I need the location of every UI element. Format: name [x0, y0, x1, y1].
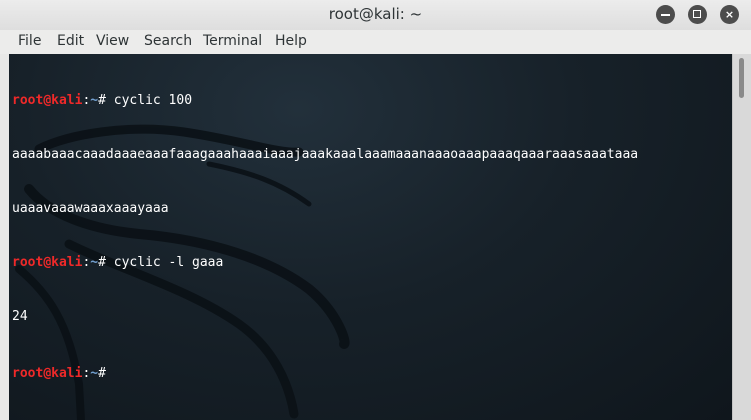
- scrollbar[interactable]: [732, 54, 751, 420]
- menu-search[interactable]: Search: [144, 33, 192, 49]
- menu-view[interactable]: View: [96, 33, 129, 49]
- prompt-at: @: [43, 366, 52, 381]
- minimize-icon: [661, 14, 670, 16]
- prompt-at: @: [43, 255, 52, 270]
- prompt-symbol: #: [98, 366, 114, 381]
- window-border: [0, 54, 9, 420]
- minimize-button[interactable]: [656, 5, 675, 24]
- terminal-line: 24: [12, 309, 28, 324]
- menu-help[interactable]: Help: [275, 33, 307, 49]
- prompt-host: kali: [51, 255, 83, 270]
- terminal-cursor: [114, 362, 122, 377]
- terminal-line: root@kali:~# cyclic 100: [12, 92, 732, 110]
- prompt-symbol: #: [98, 93, 114, 108]
- terminal-line: root@kali:~#: [12, 362, 732, 381]
- terminal-line: aaaabaaacaaadaaaeaaafaaagaaahaaaiaaajaaa…: [12, 147, 639, 162]
- maximize-icon: [693, 10, 701, 18]
- prompt-user: root: [12, 366, 44, 381]
- terminal-area[interactable]: root@kali:~# cyclic 100 aaaabaaacaaadaaa…: [9, 54, 732, 420]
- window-title: root@kali: ~: [328, 5, 423, 23]
- command-text: cyclic -l gaaa: [113, 255, 224, 270]
- menu-bar: File Edit View Search Terminal Help: [0, 30, 751, 55]
- title-bar[interactable]: root@kali: ~ ×: [0, 0, 751, 31]
- terminal-line: uaaavaaawaaaxaaayaaa: [12, 201, 169, 216]
- terminal-output: root@kali:~# cyclic 100 aaaabaaacaaadaaa…: [12, 56, 732, 416]
- menu-file[interactable]: File: [18, 33, 41, 49]
- prompt-host: kali: [51, 366, 83, 381]
- scrollbar-thumb[interactable]: [739, 58, 744, 98]
- close-button[interactable]: ×: [720, 5, 739, 24]
- terminal-line: root@kali:~# cyclic -l gaaa: [12, 254, 732, 272]
- prompt-user: root: [12, 255, 44, 270]
- menu-terminal[interactable]: Terminal: [203, 33, 262, 49]
- prompt-path: ~: [90, 366, 99, 381]
- prompt-symbol: #: [98, 255, 114, 270]
- prompt-path: ~: [90, 255, 99, 270]
- terminal-window: root@kali: ~ × File Edit View Search Ter…: [0, 0, 751, 420]
- close-icon: ×: [724, 8, 735, 21]
- prompt-path: ~: [90, 93, 99, 108]
- prompt-host: kali: [51, 93, 83, 108]
- prompt-user: root: [12, 93, 44, 108]
- menu-edit[interactable]: Edit: [57, 33, 84, 49]
- command-text: cyclic 100: [113, 93, 193, 108]
- prompt-at: @: [43, 93, 52, 108]
- maximize-button[interactable]: [688, 5, 707, 24]
